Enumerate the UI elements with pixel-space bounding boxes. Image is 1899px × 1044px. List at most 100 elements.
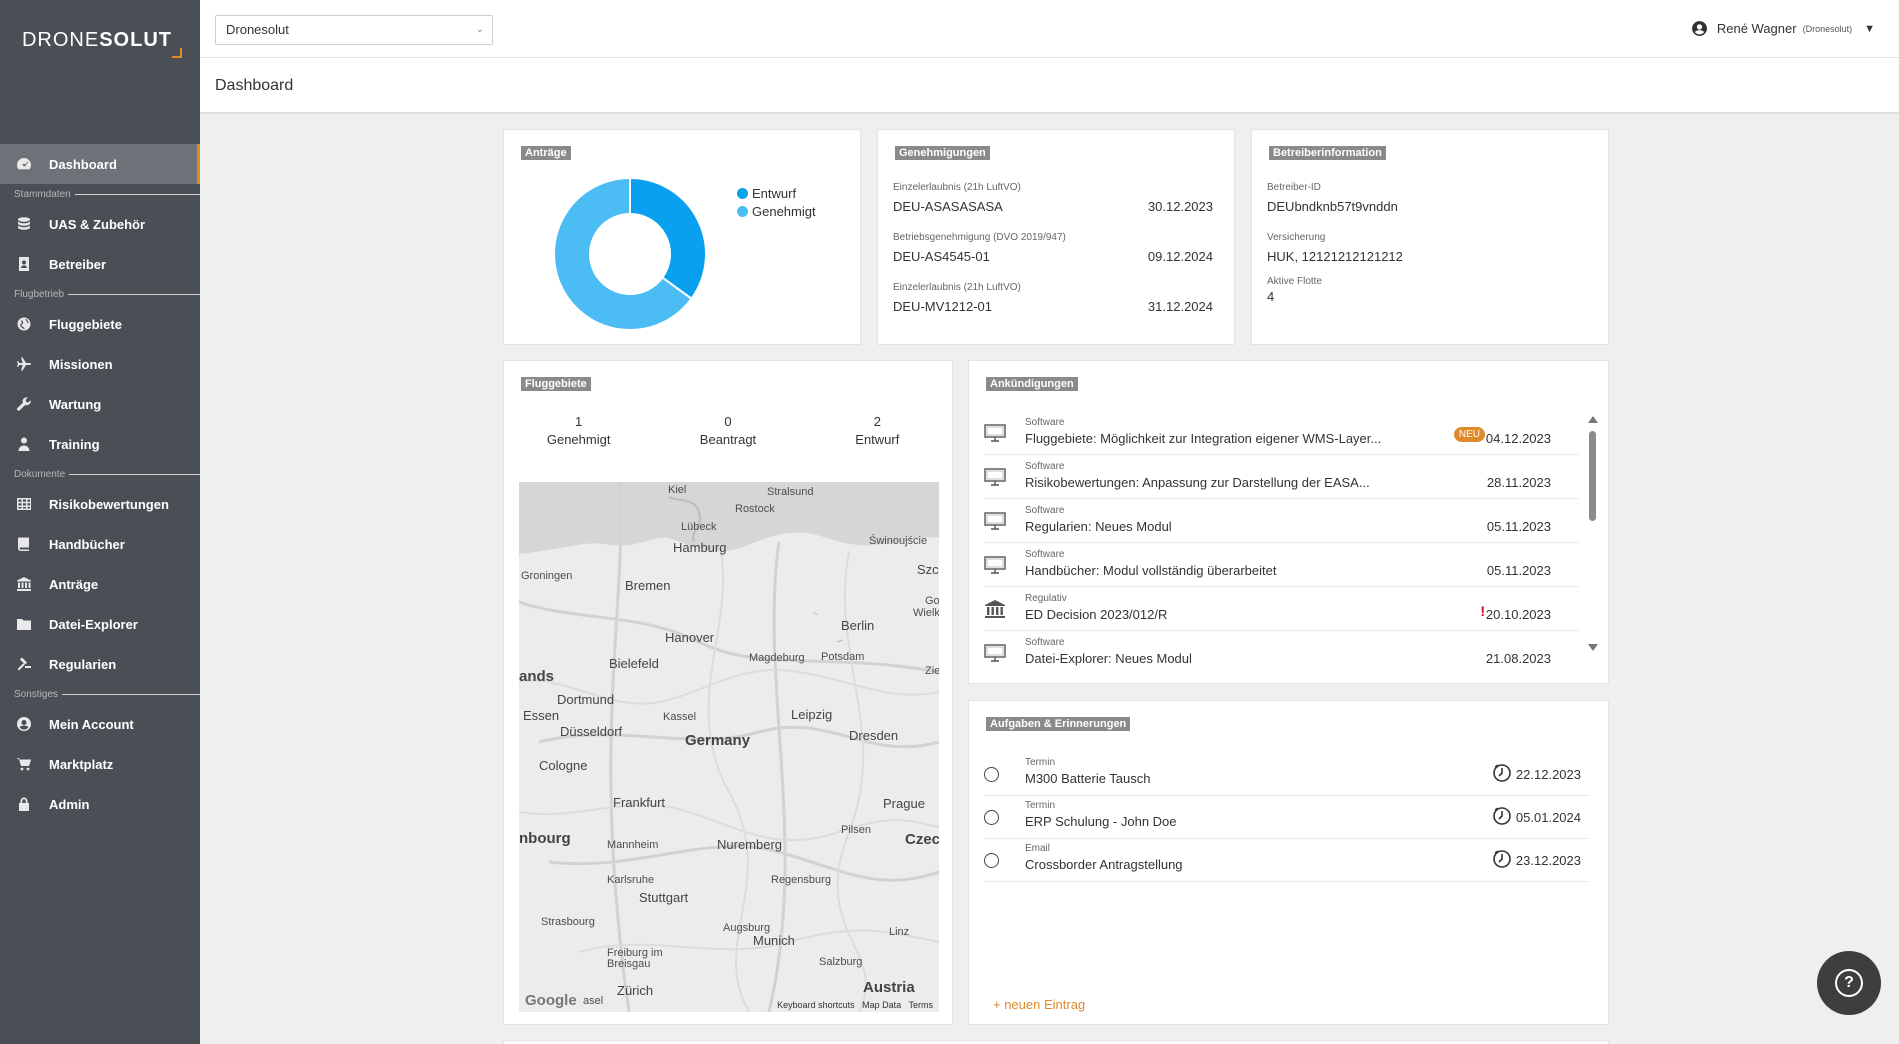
map-label: Groningen [521, 570, 573, 582]
sidebar-item-label: Fluggebiete [49, 316, 122, 332]
announcement-item[interactable]: Regulativ ED Decision 2023/012/R! 20.10.20… [984, 587, 1579, 631]
announcement-date: 04.12.2023 [1485, 431, 1551, 446]
bank-icon [14, 575, 34, 593]
map-label: Frankfurt [613, 795, 666, 810]
scroll-up-icon[interactable] [1588, 416, 1598, 423]
terms-link[interactable]: Terms [909, 1000, 934, 1010]
sidebar-item-dashboard[interactable]: Dashboard [0, 144, 200, 184]
announcement-item[interactable]: Software Handbücher: Modul vollständig üb… [984, 543, 1579, 587]
announcement-item[interactable]: Software Risikobewertungen: Anpassung zur… [984, 455, 1579, 499]
map-label: Linz [889, 926, 910, 938]
stat-beantragt[interactable]: 0 Beantragt [653, 413, 802, 449]
company-select[interactable]: Dronesolut ⌄ [215, 15, 493, 45]
sidebar-section-label: Dokumente [14, 468, 66, 480]
task-checkbox[interactable] [984, 767, 999, 782]
card-title: Anträge [521, 146, 571, 160]
map-footer: Keyboard shortcuts Map Data Terms [777, 1000, 933, 1010]
sidebar-item-uas[interactable]: UAS & Zubehör [0, 204, 200, 244]
globe-icon [14, 315, 34, 333]
field-value: DEUbndknb57t9vnddn [1267, 199, 1398, 214]
task-due: 23.12.2023 [1492, 849, 1581, 872]
scrollbar-thumb[interactable] [1589, 431, 1596, 521]
stat-label: Genehmigt [546, 432, 611, 447]
announcement-item[interactable]: Software Fluggebiete: Möglichkeit zur Int… [984, 411, 1579, 455]
book-icon [14, 535, 34, 553]
genehmigung-date: 31.12.2024 [1147, 299, 1213, 314]
genehmigungen-card: Genehmigungen Einzelerlaubnis (21h LuftV… [877, 129, 1235, 345]
map-label: Świnoujście [869, 535, 928, 547]
sidebar-item-wartung[interactable]: Wartung [0, 384, 200, 424]
sidebar-item-admin[interactable]: Admin [0, 784, 200, 824]
map-label: Hanover [665, 630, 715, 645]
sidebar-item-betreiber[interactable]: Betreiber [0, 244, 200, 284]
map-label: Stralsund [767, 486, 814, 498]
card-title: Fluggebiete [521, 377, 591, 391]
field-label: Betreiber-ID [1267, 182, 1321, 193]
task-title: M300 Batterie Tausch [1025, 771, 1151, 786]
lock-icon [14, 795, 34, 813]
sidebar-item-handbuecher[interactable]: Handbücher [0, 524, 200, 564]
map-label: Nuremberg [717, 837, 783, 852]
map-label: Munich [753, 933, 795, 948]
task-item[interactable]: Email Crossborder Antragstellung 23.12.202… [984, 839, 1589, 882]
legend-dot [737, 188, 748, 199]
legend-item[interactable]: Entwurf [737, 185, 816, 203]
sidebar-item-regularien[interactable]: Regularien [0, 644, 200, 684]
company-select-value: Dronesolut [226, 22, 289, 37]
sidebar-item-fluggebiete[interactable]: Fluggebiete [0, 304, 200, 344]
stat-entwurf[interactable]: 2 Entwurf [803, 413, 952, 449]
map-label: Potsdam [821, 651, 865, 663]
genehmigung-row[interactable]: Einzelerlaubnis (21h LuftVO) DEU-ASASASA… [893, 182, 1213, 214]
map-label: Go [925, 595, 939, 607]
clock-icon [1492, 763, 1516, 786]
logo[interactable]: DRONESOLUT [0, 0, 200, 80]
map-label: Prague [883, 796, 925, 811]
task-checkbox[interactable] [984, 853, 999, 868]
aktive-flotte: Aktive Flotte 4 [1267, 276, 1322, 304]
sidebar-item-antraege[interactable]: Anträge [0, 564, 200, 604]
sidebar: DRONESOLUT Dashboard Stammdaten UAS & Zu… [0, 0, 200, 1044]
task-checkbox[interactable] [984, 810, 999, 825]
announcement-list[interactable]: Software Fluggebiete: Möglichkeit zur Int… [984, 411, 1579, 666]
legend-item[interactable]: Genehmigt [737, 203, 816, 221]
sidebar-item-mein-account[interactable]: Mein Account [0, 704, 200, 744]
map-label: asel [583, 995, 604, 1007]
genehmigung-row[interactable]: Betriebsgenehmigung (DVO 2019/947) DEU-A… [893, 232, 1213, 264]
topbar: Dronesolut ⌄ René Wagner (Dronesolut) ▼ [200, 0, 1899, 58]
sidebar-item-datei-explorer[interactable]: Datei-Explorer [0, 604, 200, 644]
genehmigung-row[interactable]: Einzelerlaubnis (21h LuftVO) DEU-MV1212-… [893, 282, 1213, 314]
sidebar-item-training[interactable]: Training [0, 424, 200, 464]
sidebar-section-stammdaten: Stammdaten [0, 184, 200, 204]
add-entry-link[interactable]: + neuen Eintrag [993, 997, 1085, 1012]
announcement-item[interactable]: Software Datei-Explorer: Neues Modul 21.08… [984, 631, 1579, 666]
task-due: 22.12.2023 [1492, 763, 1581, 786]
stat-genehmigt[interactable]: 1 Genehmigt [504, 413, 653, 449]
help-button[interactable]: ? [1817, 951, 1881, 1015]
task-title: ERP Schulung - John Doe [1025, 814, 1177, 829]
announcement-category: Software [1025, 549, 1065, 560]
map[interactable]: Kiel Stralsund Rostock Lübeck Świnoujści… [519, 482, 939, 1012]
scrollbar[interactable] [1588, 416, 1598, 651]
antraege-card: Anträge Entwurf Genehmigt [503, 129, 861, 345]
fluggebiete-card: Fluggebiete 1 Genehmigt 0 Beantragt 2 Entwu… [503, 360, 953, 1025]
task-category: Termin [1025, 757, 1056, 768]
task-item[interactable]: Termin M300 Batterie Tausch 22.12.2023 [984, 753, 1589, 796]
monitor-icon [984, 643, 1006, 663]
field-label: Versicherung [1267, 232, 1326, 243]
announcement-category: Software [1025, 637, 1065, 648]
user-menu[interactable]: René Wagner (Dronesolut) ▼ [1691, 20, 1875, 37]
keyboard-shortcuts-link[interactable]: Keyboard shortcuts [777, 1000, 855, 1010]
field-label: Aktive Flotte [1267, 276, 1323, 287]
sidebar-item-marktplatz[interactable]: Marktplatz [0, 744, 200, 784]
task-date: 23.12.2023 [1515, 853, 1581, 868]
chart-legend: Entwurf Genehmigt [737, 185, 816, 221]
map-label: Mannheim [607, 839, 659, 851]
sidebar-item-missionen[interactable]: Missionen [0, 344, 200, 384]
map-label: Hamburg [673, 540, 727, 555]
scroll-down-icon[interactable] [1588, 644, 1598, 651]
announcement-item[interactable]: Software Regularien: Neues Modul 05.11.202… [984, 499, 1579, 543]
sidebar-item-risikobewertungen[interactable]: Risikobewertungen [0, 484, 200, 524]
map-data-link[interactable]: Map Data [862, 1000, 901, 1010]
task-item[interactable]: Termin ERP Schulung - John Doe 05.01.2024 [984, 796, 1589, 839]
map-label: Rostock [735, 503, 775, 515]
